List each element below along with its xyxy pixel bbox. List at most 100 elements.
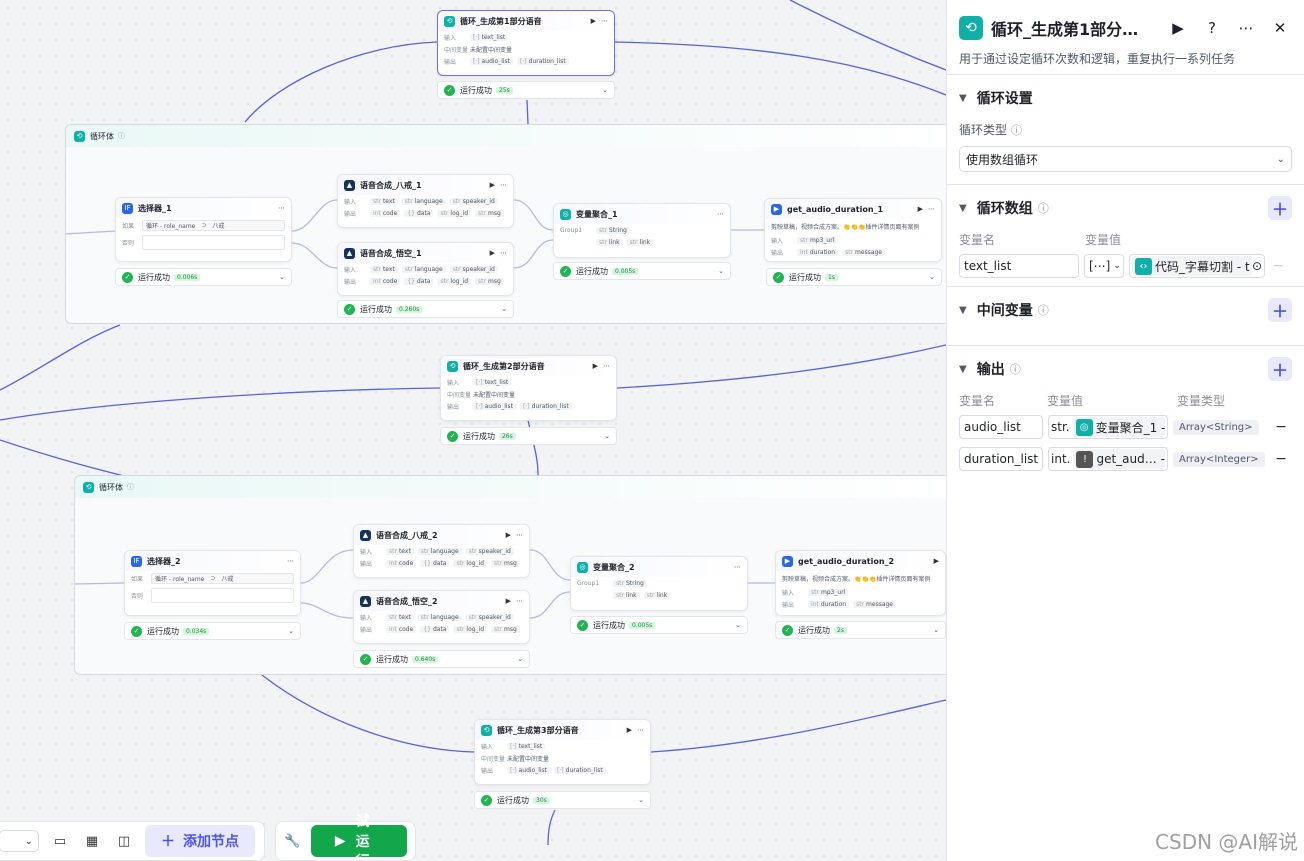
duration-node-2[interactable]: ▶ get_audio_duration_2 ▶ 剪映草稿，视频合成方案。👏👏👏插件… xyxy=(775,550,946,616)
check-icon: ✓ xyxy=(560,265,571,277)
more-icon[interactable]: ⋯ xyxy=(1234,16,1258,40)
output-ref-field[interactable]: str. ◎ 变量聚合_1 - xyxy=(1048,415,1168,439)
type-badge: Array<String> xyxy=(1173,419,1259,435)
help-icon[interactable]: ? xyxy=(1200,16,1224,40)
status-bar[interactable]: ✓ 运行成功 2s ⌄ xyxy=(775,621,946,639)
add-mid-var-button[interactable]: ＋ xyxy=(1268,298,1292,322)
chevron-down-icon[interactable]: ▼ xyxy=(959,305,967,316)
loop-icon: ⟲ xyxy=(447,360,458,372)
run-node-icon[interactable]: ▶ xyxy=(506,531,511,539)
chevron-down-icon[interactable]: ▼ xyxy=(959,364,967,375)
more-icon[interactable]: ⋯ xyxy=(516,531,523,539)
section-header[interactable]: ▼ 循环设置 xyxy=(959,75,1292,121)
check-icon: ✓ xyxy=(577,619,588,631)
node-title: 选择器_2 xyxy=(147,556,181,566)
run-node-icon[interactable]: ▶ xyxy=(627,726,632,734)
tts-node-bajie-1[interactable]: ▲ 语音合成_八戒_1 ▶ ⋯ 输入 str text str language str spea… xyxy=(337,174,514,228)
loop-node-part1[interactable]: ⟲ 循环_生成第1部分语音 ▶ ⋯ 输入 [·] text_list 中间变量 未配置中间变… xyxy=(437,10,615,76)
play-icon[interactable]: ▶ xyxy=(1166,16,1190,40)
loop-node-part3[interactable]: ⟲ 循环_生成第3部分语音 ▶ ⋯ 输入 [·] text_list 中间变量 未配置中间变… xyxy=(474,719,651,785)
more-icon[interactable]: ⋯ xyxy=(601,17,608,25)
status-bar[interactable]: ✓ 运行成功 0.006s ⌄ xyxy=(115,268,292,286)
chevron-down-icon: ⌄ xyxy=(735,621,741,629)
run-node-icon[interactable]: ▶ xyxy=(490,249,495,257)
selector-node-1[interactable]: IF 选择器_1 ⋯ 如果 循环 - role_name ⊃ 八戒 否则 xyxy=(115,197,292,262)
run-node-icon[interactable]: ▶ xyxy=(918,205,923,213)
var-ref-field[interactable]: ‹› 代码_字幕切割 - t ⊙ xyxy=(1129,254,1265,278)
else-field[interactable] xyxy=(142,235,285,250)
chevron-down-icon: ⌄ xyxy=(718,267,724,275)
var-name-input[interactable]: text_list xyxy=(959,254,1079,278)
more-icon[interactable]: ⋯ xyxy=(516,597,523,605)
aggregate-node-1[interactable]: ◎ 变量聚合_1 ⋯ Group1 str String str link str link xyxy=(553,203,731,258)
minimap-icon[interactable]: ◫ xyxy=(113,830,135,852)
loop-type-select[interactable]: 使用数组循环 ⌄ xyxy=(959,146,1292,172)
tts-icon: ▲ xyxy=(360,595,371,607)
run-node-icon[interactable]: ▶ xyxy=(593,362,598,370)
more-icon[interactable]: ⋯ xyxy=(717,210,724,218)
condition-field[interactable]: 循环 - role_name ⊃ 八戒 xyxy=(151,573,294,584)
aggregate-icon: ◎ xyxy=(560,208,571,220)
layout-icon[interactable]: ▦ xyxy=(81,830,103,852)
add-array-button[interactable]: ＋ xyxy=(1268,196,1292,220)
status-bar[interactable]: ✓ 运行成功 25s ⌄ xyxy=(437,81,615,99)
more-icon[interactable]: ⋯ xyxy=(637,726,644,734)
more-icon[interactable]: ⋯ xyxy=(603,362,610,370)
remove-button[interactable]: − xyxy=(1270,258,1286,274)
status-bar[interactable]: ✓ 运行成功 26s ⌄ xyxy=(440,427,617,445)
remove-button[interactable]: − xyxy=(1273,451,1289,467)
status-bar[interactable]: ✓ 运行成功 0.005s ⌄ xyxy=(553,262,731,280)
info-icon: ⓘ xyxy=(1037,304,1049,317)
test-run-button[interactable]: ▶试运行 xyxy=(310,814,407,861)
run-node-icon[interactable]: ▶ xyxy=(934,557,939,565)
plugin-icon: ▶ xyxy=(771,203,782,215)
run-toolbar: 🔧 ▶试运行 xyxy=(275,814,416,861)
duration-node-1[interactable]: ▶ get_audio_duration_1 ▶ ⋯ 剪映草稿，视频合成方案。👏👏👏插… xyxy=(764,198,942,262)
info-icon: ⓘ xyxy=(118,132,125,140)
loop-node-part2[interactable]: ⟲ 循环_生成第2部分语音 ▶ ⋯ 输入 [·] text_list 中间变量 未配置中间变… xyxy=(440,355,617,421)
selector-node-2[interactable]: IF 选择器_2 ⋯ 如果 循环 - role_name ⊃ 八戒 否则 xyxy=(124,550,301,616)
more-icon[interactable]: ⋯ xyxy=(500,181,507,189)
run-node-icon[interactable]: ▶ xyxy=(490,181,495,189)
check-icon: ✓ xyxy=(360,653,371,665)
workflow-canvas[interactable]: ⟲ 循环_生成第1部分语音 ▶ ⋯ 输入 [·] text_list 中间变量 未配置中间变… xyxy=(0,0,946,861)
remove-button[interactable]: − xyxy=(1273,419,1289,435)
loop-icon: ⟲ xyxy=(83,481,94,493)
status-bar[interactable]: ✓ 运行成功 0.640s ⌄ xyxy=(353,650,530,668)
status-bar[interactable]: ✓ 运行成功 30s ⌄ xyxy=(474,791,651,809)
close-icon[interactable]: ✕ xyxy=(1268,16,1292,40)
output-name-input[interactable]: duration_list xyxy=(959,447,1043,471)
add-output-button[interactable]: ＋ xyxy=(1268,357,1292,381)
more-icon[interactable]: ⋯ xyxy=(928,205,935,213)
tts-node-wukong-1[interactable]: ▲ 语音合成_悟空_1 ▶ ⋯ 输入 str text str language str spea… xyxy=(337,242,514,296)
chevron-down-icon: ⌄ xyxy=(517,655,523,663)
add-node-button[interactable]: ＋添加节点 xyxy=(145,825,255,857)
status-bar[interactable]: ✓ 运行成功 1s ⌄ xyxy=(766,268,942,286)
output-ref-field[interactable]: int.! get_aud… - xyxy=(1048,447,1168,471)
tts-icon: ▲ xyxy=(344,247,355,259)
output-name-input[interactable]: audio_list xyxy=(959,415,1043,439)
condition-field[interactable]: 循环 - role_name ⊃ 八戒 xyxy=(142,220,285,231)
wrench-icon[interactable]: 🔧 xyxy=(284,830,301,852)
status-bar[interactable]: ✓ 运行成功 0.005s ⌄ xyxy=(570,616,748,634)
more-icon[interactable]: ⋯ xyxy=(278,204,285,212)
var-type-select[interactable]: [⋯] ⌄ xyxy=(1084,254,1124,278)
else-field[interactable] xyxy=(151,588,294,603)
plus-icon: ＋ xyxy=(161,834,175,850)
more-icon[interactable]: ⋯ xyxy=(287,557,294,565)
more-icon[interactable]: ⋯ xyxy=(734,563,741,571)
tts-node-wukong-2[interactable]: ▲ 语音合成_悟空_2 ▶ ⋯ 输入 str text str language str spea… xyxy=(353,590,530,644)
comment-icon[interactable]: ▭ xyxy=(49,830,71,852)
node-title: 变量聚合_2 xyxy=(593,562,635,572)
chevron-down-icon[interactable]: ▼ xyxy=(959,203,967,214)
tts-node-bajie-2[interactable]: ▲ 语音合成_八戒_2 ▶ ⋯ 输入 str text str language str spea… xyxy=(353,524,530,578)
aggregate-icon: ◎ xyxy=(577,561,588,573)
zoom-select[interactable]: ⌄ xyxy=(0,830,39,852)
run-node-icon[interactable]: ▶ xyxy=(591,17,596,25)
target-icon[interactable]: ⊙ xyxy=(1252,259,1262,273)
run-node-icon[interactable]: ▶ xyxy=(506,597,511,605)
status-bar[interactable]: ✓ 运行成功 0.260s ⌄ xyxy=(337,300,514,318)
aggregate-node-2[interactable]: ◎ 变量聚合_2 ⋯ Group1 str String str link str link xyxy=(570,556,748,611)
more-icon[interactable]: ⋯ xyxy=(500,249,507,257)
status-bar[interactable]: ✓ 运行成功 0.034s ⌄ xyxy=(124,622,301,640)
